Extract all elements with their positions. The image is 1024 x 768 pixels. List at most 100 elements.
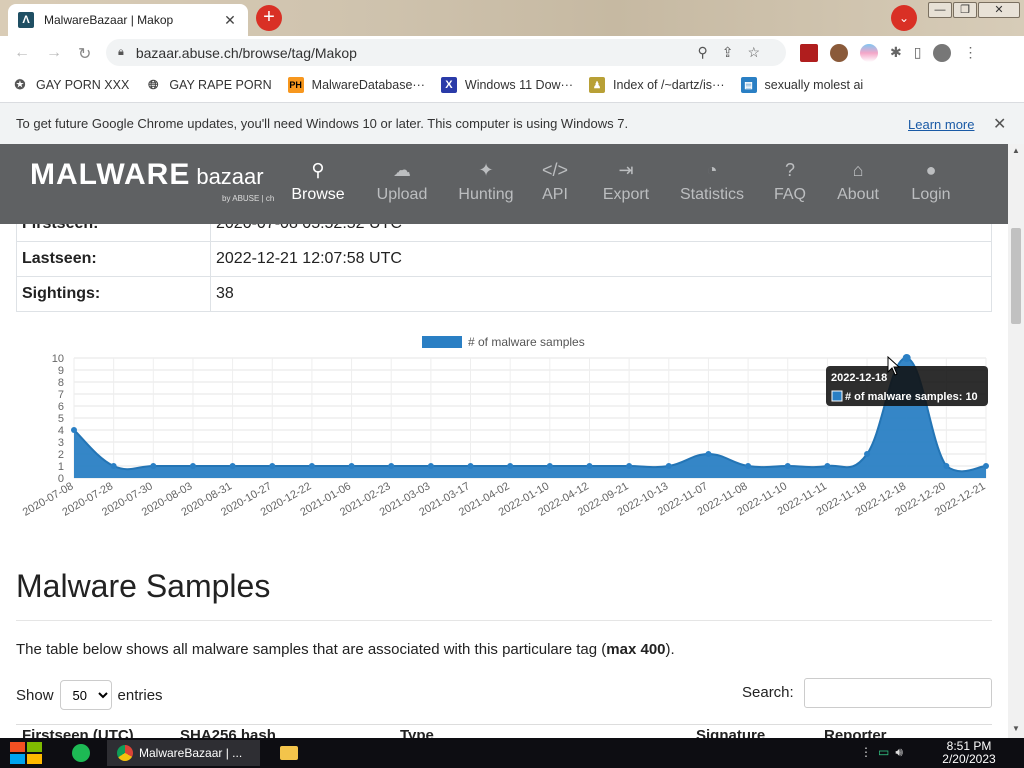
profile-avatar-icon[interactable] xyxy=(933,44,952,62)
data-point xyxy=(784,463,791,469)
url-text[interactable]: bazaar.abuse.ch/browse/tag/Makop xyxy=(136,45,698,61)
mouse-cursor-icon xyxy=(887,356,901,376)
nav-upload[interactable]: ☁ Upload xyxy=(362,160,442,204)
taskbar-clock[interactable]: 8:51 PM 2/20/2023 xyxy=(936,740,1002,766)
folder-person-icon: ♟ xyxy=(589,77,606,93)
entries-select[interactable]: 50 xyxy=(59,680,112,710)
bookmark-label: GAY PORN XXX xyxy=(36,78,130,92)
data-point xyxy=(824,463,831,469)
section-heading: Malware Samples xyxy=(16,568,271,604)
nav-api[interactable]: </> API xyxy=(515,160,595,204)
data-point xyxy=(71,427,77,433)
data-point xyxy=(427,463,434,469)
taskbar-app-label: MalwareBazaar | ... xyxy=(139,746,243,760)
flag-extension-icon[interactable] xyxy=(860,44,878,62)
y-tick-label: 2 xyxy=(58,449,64,461)
volume-icon[interactable]: 🔊︎ xyxy=(895,745,909,759)
windows-start-icon[interactable] xyxy=(8,740,44,766)
data-point xyxy=(388,463,395,469)
nav-browse[interactable]: ⚲ Browse xyxy=(278,160,358,204)
restore-button[interactable]: ❐ xyxy=(953,2,977,18)
building-icon: ⌂ xyxy=(852,160,864,180)
reload-icon[interactable]: ↻ xyxy=(78,44,91,64)
bookmark-star-icon[interactable]: ☆ xyxy=(747,44,774,60)
browser-tab[interactable]: Λ MalwareBazaar | Makop ✕ xyxy=(8,4,248,36)
bookmark-4[interactable]: ♟ Index of /~dartz/is··· xyxy=(589,77,725,93)
y-tick-label: 10 xyxy=(52,353,64,365)
browser-titlebar: Λ MalwareBazaar | Makop ✕ + ⌄ — ❐ ✕ xyxy=(0,0,1024,36)
hunting-icon: ✦ xyxy=(478,160,494,180)
profile-extension-icon[interactable] xyxy=(830,44,848,62)
ublock-extension-icon[interactable] xyxy=(800,44,818,62)
bookmark-label: Windows 11 Dow··· xyxy=(464,78,574,92)
forward-icon[interactable]: → xyxy=(46,44,62,62)
scroll-down-icon[interactable]: ▼ xyxy=(1012,724,1020,733)
y-tick-label: 8 xyxy=(58,377,64,389)
minimize-button[interactable]: — xyxy=(928,2,952,18)
tray-overflow-icon[interactable]: ⋮ xyxy=(860,745,878,759)
side-panel-icon[interactable]: ▯ xyxy=(914,44,922,62)
bookmark-3[interactable]: X Windows 11 Dow··· xyxy=(440,77,574,93)
malwarebazaar-logo[interactable]: MALWARE bazaar by ABUSE | ch xyxy=(30,158,274,203)
back-icon[interactable]: ← xyxy=(14,44,30,62)
data-point xyxy=(269,463,276,469)
data-point xyxy=(110,463,117,469)
explorer-taskbar-icon[interactable] xyxy=(280,740,298,766)
zoom-icon[interactable]: ⚲ xyxy=(697,44,721,60)
bookmark-1[interactable]: 🌐︎ GAY RAPE PORN xyxy=(145,77,272,93)
close-tab-icon[interactable]: ✕ xyxy=(222,12,238,29)
chrome-taskbar-button[interactable]: MalwareBazaar | ... xyxy=(107,740,260,766)
column-header[interactable]: Type xyxy=(400,727,434,738)
bookmark-0[interactable]: ✪ GAY PORN XXX xyxy=(12,77,130,93)
pie-chart-icon: ◔ xyxy=(706,160,718,180)
desc-max: max 400 xyxy=(606,641,666,658)
spotify-taskbar-icon[interactable] xyxy=(72,740,90,766)
network-icon[interactable]: ▭ xyxy=(878,745,895,759)
nav-statistics[interactable]: ◔ Statistics xyxy=(672,160,752,204)
table-row: Lastseen: 2022-12-21 12:07:58 UTC xyxy=(16,241,992,277)
nav-hunting[interactable]: ✦ Hunting xyxy=(446,160,526,204)
column-header[interactable]: Reporter xyxy=(824,727,887,738)
lock-icon[interactable]: 🔒︎ xyxy=(118,46,124,59)
column-header[interactable]: SHA256 hash xyxy=(180,727,276,738)
nav-login[interactable]: ● Login xyxy=(891,160,971,204)
column-header[interactable]: Firstseen (UTC) xyxy=(22,727,134,738)
info-key: Lastseen: xyxy=(16,241,211,277)
info-key: Sightings: xyxy=(16,276,211,312)
tab-search-button[interactable]: ⌄ xyxy=(891,5,917,31)
close-infobar-icon[interactable]: ✕ xyxy=(993,114,1006,134)
nav-about[interactable]: ⌂ About xyxy=(818,160,898,204)
nav-label: Statistics xyxy=(679,186,744,203)
extensions-puzzle-icon[interactable]: ✱ xyxy=(890,44,902,62)
new-tab-button[interactable]: + xyxy=(256,5,282,31)
bookmarks-bar: ✪ GAY PORN XXX 🌐︎ GAY RAPE PORN PH MalwareD… xyxy=(0,68,1024,102)
chrome-icon xyxy=(117,745,133,761)
close-window-button[interactable]: ✕ xyxy=(978,2,1020,18)
scrollbar-thumb[interactable] xyxy=(1011,228,1021,324)
nav-export[interactable]: ⇥ Export xyxy=(586,160,666,204)
share-icon[interactable]: ⇪ xyxy=(722,44,748,60)
cloud-upload-icon: ☁ xyxy=(393,160,411,180)
tab-title: MalwareBazaar | Makop xyxy=(44,13,174,27)
column-header[interactable]: Signature xyxy=(696,727,765,738)
samples-table-header: Firstseen (UTC) SHA256 hash Type Signatu… xyxy=(16,724,992,738)
data-point xyxy=(546,463,553,469)
data-point xyxy=(348,463,355,469)
nav-label: Browse xyxy=(291,186,345,203)
search-input[interactable] xyxy=(804,678,992,708)
legend-swatch xyxy=(422,336,462,348)
bookmark-5[interactable]: ▤ sexually molest ai xyxy=(740,77,863,93)
learn-more-link[interactable]: Learn more xyxy=(908,117,974,132)
address-bar[interactable]: 🔒︎ bazaar.abuse.ch/browse/tag/Makop ⚲⇪☆ xyxy=(106,39,786,66)
page-scrollbar[interactable]: ▲ ▼ xyxy=(1008,144,1024,738)
logo-text: MALWARE xyxy=(30,158,191,191)
bookmark-2[interactable]: PH MalwareDatabase··· xyxy=(287,77,425,93)
logo-subtext: bazaar xyxy=(196,164,264,189)
y-tick-label: 5 xyxy=(58,413,64,425)
data-point xyxy=(586,463,593,469)
y-tick-label: 1 xyxy=(58,461,64,473)
bookmark-label: Index of /~dartz/is··· xyxy=(613,78,725,92)
menu-kebab-icon[interactable]: ⋮ xyxy=(963,44,977,62)
legend-label: # of malware samples xyxy=(468,335,585,349)
scroll-up-icon[interactable]: ▲ xyxy=(1012,146,1020,155)
